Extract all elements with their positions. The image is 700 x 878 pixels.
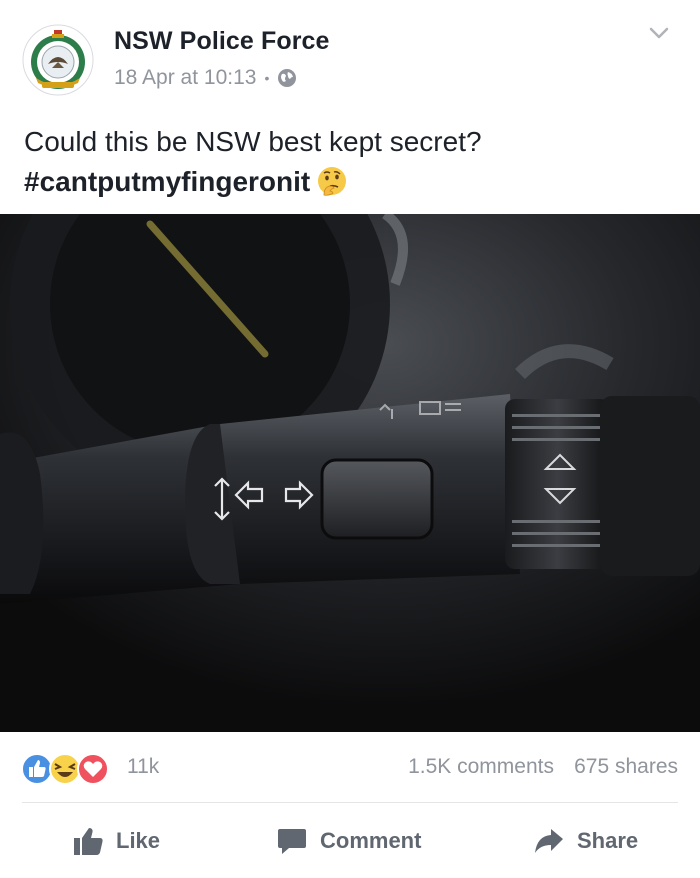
- post-meta: 18 Apr at 10:13 •: [114, 66, 297, 90]
- comments-count[interactable]: 1.5K comments: [408, 755, 554, 779]
- comment-label: Comment: [320, 828, 422, 853]
- nsw-police-logo-avatar[interactable]: [22, 24, 94, 96]
- post-photo[interactable]: [0, 214, 700, 732]
- share-arrow-icon: [535, 829, 563, 853]
- thumbs-up-icon: [74, 828, 103, 855]
- reaction-icons[interactable]: [20, 752, 126, 786]
- reactions-count[interactable]: 11k: [127, 755, 159, 779]
- indicator-stalk-image: [0, 214, 700, 732]
- post-timestamp[interactable]: 18 Apr at 10:13: [114, 66, 256, 90]
- globe-icon: [278, 69, 297, 87]
- reactions-bar: 11k 1.5K comments 675 shares: [0, 748, 700, 788]
- share-label: Share: [577, 828, 639, 853]
- chevron-down-icon[interactable]: [646, 20, 672, 46]
- hashtag-link[interactable]: #cantputmyfingeronit: [24, 162, 310, 202]
- post-text-line: Could this be NSW best kept secret?: [24, 126, 482, 157]
- comment-bubble-icon: [278, 829, 306, 854]
- share-button[interactable]: Share: [533, 804, 638, 878]
- page-name-link[interactable]: NSW Police Force: [114, 27, 330, 56]
- shares-count[interactable]: 675 shares: [574, 755, 678, 779]
- like-label: Like: [116, 828, 161, 853]
- comment-button[interactable]: Comment: [276, 804, 421, 878]
- meta-separator: •: [264, 70, 270, 86]
- haha-reaction-icon: [49, 753, 81, 785]
- hashtag-line: #cantputmyfingeronit: [24, 162, 684, 202]
- post-header: NSW Police Force 18 Apr at 10:13 •: [0, 0, 700, 110]
- thinking-face-emoji: [318, 167, 347, 196]
- action-bar: Like Comment Share: [0, 804, 700, 878]
- like-button[interactable]: Like: [72, 804, 160, 878]
- divider: [22, 802, 678, 803]
- post-body-text: Could this be NSW best kept secret? #can…: [24, 122, 684, 202]
